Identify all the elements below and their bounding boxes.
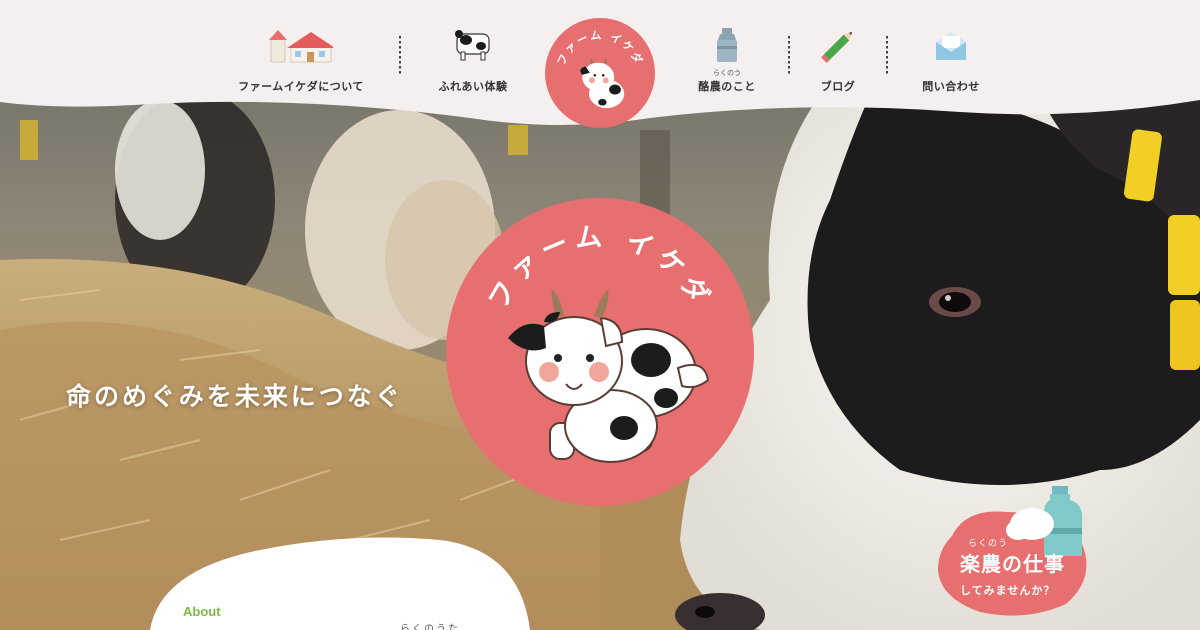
about-label: About — [183, 604, 221, 619]
header-logo[interactable]: ファーム イケダ — [545, 18, 655, 128]
milk-can-icon — [712, 28, 742, 68]
house-icon — [269, 28, 335, 68]
recruit-subtitle: してみませんか？ — [960, 584, 1056, 597]
nav-contact-label: 問い合わせ — [922, 80, 980, 93]
cow-icon — [453, 28, 493, 66]
hero-tagline: 命のめぐみを未来につなぐ — [66, 382, 403, 411]
pencil-icon — [818, 28, 858, 68]
nav-experience-label: ふれあい体験 — [438, 80, 508, 93]
about-ruby: らくのうた — [400, 624, 460, 630]
nav-experience[interactable]: ふれあい体験 — [398, 26, 548, 106]
nav-about[interactable]: ファームイケダについて — [226, 26, 376, 106]
site-header: ファームイケダについて ふれあい体験 ファーム イケダ らくのう 酪農のこと ブ… — [0, 0, 1200, 140]
envelope-icon — [933, 28, 969, 66]
nav-contact[interactable]: 問い合わせ — [876, 26, 1026, 106]
nav-about-label: ファームイケダについて — [238, 80, 364, 93]
recruit-title: 楽農の仕事 — [960, 552, 1065, 576]
hero-logo: ファーム イケダ — [446, 198, 754, 506]
recruit-badge[interactable]: らくのう 楽農の仕事 してみませんか？ — [936, 478, 1094, 618]
about-card-bg — [150, 537, 530, 630]
